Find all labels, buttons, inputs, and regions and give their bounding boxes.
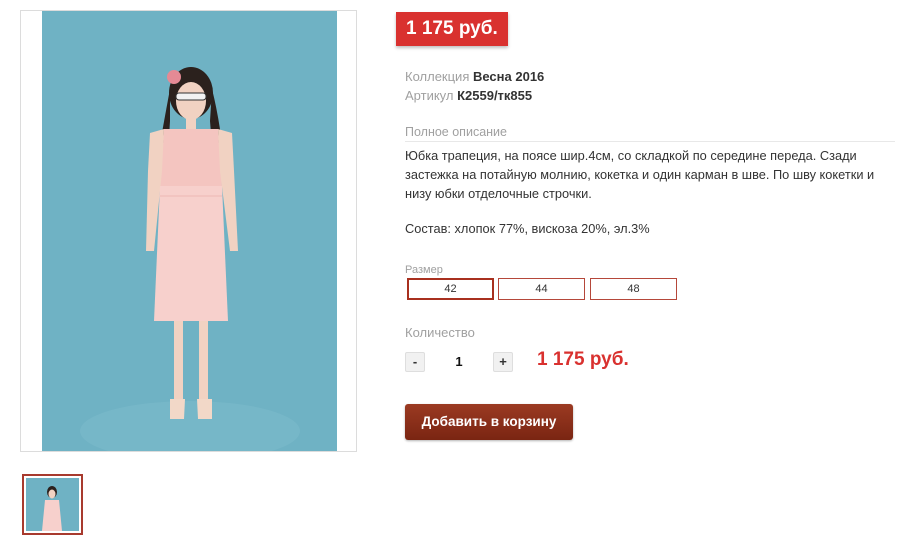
collection-label: Коллекция: [405, 69, 470, 84]
collection-value: Весна 2016: [472, 69, 545, 84]
thumbnail-image: [26, 478, 79, 531]
article-value: К2559/тк855: [457, 88, 533, 103]
size-option-42[interactable]: 42: [407, 278, 494, 300]
product-image: [42, 11, 337, 451]
collection-row: Коллекция Весна 2016: [405, 68, 544, 86]
description-text: Юбка трапеция, на поясе шир.4см, со скла…: [405, 148, 875, 201]
composition-text: Состав: хлопок 77%, вискоза 20%, эл.3%: [405, 221, 650, 236]
size-label: Размер: [405, 264, 443, 276]
size-option-44[interactable]: 44: [498, 278, 585, 300]
quantity-label: Количество: [405, 325, 475, 340]
product-thumbnail[interactable]: [22, 474, 83, 535]
model-illustration: [42, 11, 337, 451]
article-label: Артикул: [405, 88, 454, 103]
total-price: 1 175 руб.: [537, 349, 629, 370]
quantity-input[interactable]: [445, 354, 473, 369]
quantity-plus-button[interactable]: +: [493, 352, 513, 372]
thumbnail-illustration: [26, 478, 79, 531]
add-to-cart-button[interactable]: Добавить в корзину: [405, 404, 573, 440]
quantity-minus-button[interactable]: -: [405, 352, 425, 372]
size-option-48[interactable]: 48: [590, 278, 677, 300]
main-product-photo[interactable]: [20, 10, 357, 452]
description-title: Полное описание: [405, 125, 895, 142]
price-badge: 1 175 руб.: [396, 12, 508, 46]
article-row: Артикул К2559/тк855: [405, 87, 532, 105]
